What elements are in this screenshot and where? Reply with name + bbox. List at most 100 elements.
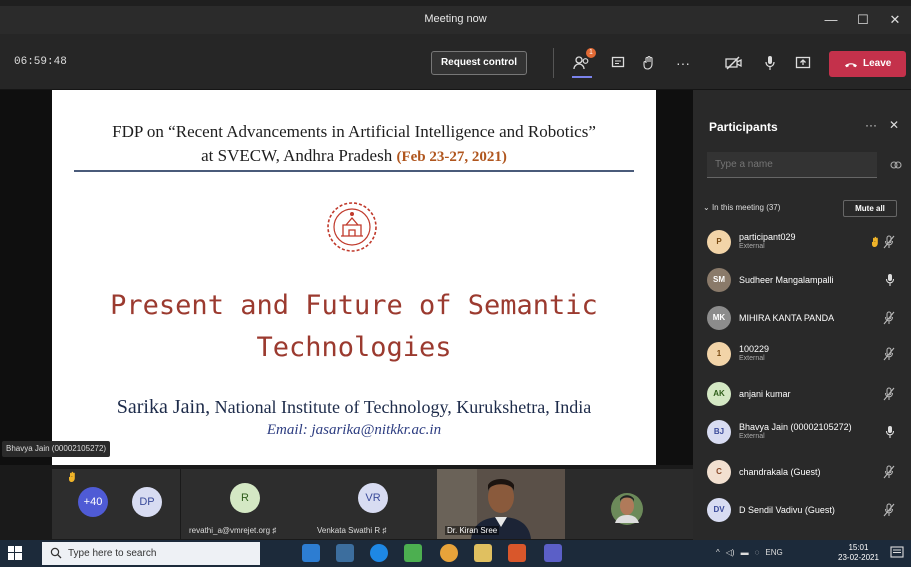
participants-panel: Participants ··· ✕ ⌄ In this meeting (37…: [693, 90, 911, 540]
institute-logo: [327, 202, 377, 252]
clock-date: 23-02-2021: [838, 553, 879, 562]
slide-divider: [74, 170, 634, 172]
taskbar-search-box[interactable]: Type here to search: [42, 542, 260, 565]
raised-hand-icon: [871, 235, 881, 253]
participant-video: [565, 469, 693, 539]
mic-muted-icon: [883, 235, 895, 254]
slide-author: Sarika Jain, National Institute of Techn…: [52, 396, 656, 419]
participant-external-tag: External: [739, 243, 765, 250]
share-invite-icon[interactable]: [890, 160, 902, 170]
participant-row[interactable]: AK anjani kumar: [707, 380, 903, 410]
participant-name-label: revathi_a@vmrejet.org ♯: [189, 526, 277, 535]
more-actions-button[interactable]: ···: [672, 52, 694, 74]
participant-avatar: C: [707, 460, 731, 484]
microphone-icon: [885, 273, 895, 292]
app-icon[interactable]: [404, 544, 422, 562]
gallery-video-tile[interactable]: Dr. Kiran Sree: [437, 469, 565, 539]
participant-row[interactable]: DV D Sendil Vadivu (Guest): [707, 496, 903, 526]
close-window-button[interactable]: ✕: [879, 6, 911, 34]
participant-avatar: R: [230, 483, 260, 513]
maximize-button[interactable]: ☐: [847, 6, 879, 34]
participant-avatar: AK: [707, 382, 731, 406]
participant-avatar: DV: [707, 498, 731, 522]
gallery-tile[interactable]: VR Venkata Swathi R ♯: [309, 469, 437, 539]
clock-time: 15:01: [848, 543, 869, 552]
participant-row[interactable]: Cchandrakala (Guest): [707, 458, 903, 488]
participant-search-field[interactable]: [707, 152, 877, 178]
presentation-slide: FDP on “Recent Advancements in Artificia…: [52, 90, 656, 465]
hand-icon: [643, 55, 653, 70]
teams-app-icon[interactable]: [544, 544, 562, 562]
battery-icon[interactable]: ▬: [741, 548, 749, 557]
language-indicator[interactable]: ENG: [765, 548, 782, 557]
request-control-button[interactable]: Request control: [431, 51, 527, 75]
tray-chevron-icon[interactable]: ^: [716, 548, 720, 557]
participant-avatar: BJ: [707, 420, 731, 444]
participant-avatar: DP: [132, 487, 162, 517]
panel-more-button[interactable]: ···: [865, 118, 877, 132]
presenter-name-tag: Bhavya Jain (00002105272): [2, 441, 111, 457]
mic-toggle-button[interactable]: [759, 52, 781, 74]
chrome-app-icon[interactable]: [440, 544, 458, 562]
author-name: Sarika Jain,: [116, 396, 211, 418]
participant-external-tag: External: [739, 355, 765, 362]
edge-app-icon[interactable]: [302, 544, 320, 562]
volume-icon[interactable]: ◁): [726, 548, 735, 557]
participant-avatar: SM: [707, 268, 731, 292]
participant-row[interactable]: BJ Bhavya Jain (00002105272) External: [707, 418, 903, 448]
gallery-tile-overflow[interactable]: +40 DP: [52, 469, 180, 539]
network-icon[interactable]: ◌: [755, 548, 760, 557]
microphone-icon: [765, 56, 775, 70]
participant-row[interactable]: MK MIHIRA KANTA PANDA: [707, 304, 903, 334]
raise-hand-button[interactable]: [638, 52, 660, 74]
file-explorer-icon[interactable]: [474, 544, 492, 562]
slide-title-line1: Present and Future of Semantic: [110, 290, 598, 321]
participant-avatar: MK: [707, 306, 731, 330]
taskbar-clock[interactable]: 15:01 23-02-2021: [838, 543, 879, 563]
title-bar: Meeting now — ☐ ✕: [0, 6, 911, 34]
camera-toggle-button[interactable]: [723, 52, 745, 74]
slide-email: Email: jasarika@nitkkr.ac.in: [266, 422, 442, 438]
phone-hangup-icon: [845, 63, 857, 68]
notification-center-icon[interactable]: [890, 546, 904, 560]
participant-search-input[interactable]: [715, 159, 875, 170]
window-title: Meeting now: [424, 13, 487, 25]
share-screen-button[interactable]: [792, 52, 814, 74]
participant-name: anjani kumar: [739, 389, 791, 399]
teams-meeting-window: Meeting now — ☐ ✕ 06:59:48 Request contr…: [0, 0, 911, 567]
leave-label: Leave: [863, 58, 892, 69]
slide-heading-venue: at SVECW, Andhra Pradesh: [201, 146, 393, 165]
microphone-icon: [885, 425, 895, 444]
panel-close-button[interactable]: ✕: [889, 118, 899, 132]
participant-row[interactable]: SM Sudheer Mangalampalli: [707, 266, 903, 296]
chat-icon: [611, 56, 625, 68]
video-gallery-strip: +40 DP R revathi_a@vmrejet.org ♯ VR Venk…: [0, 465, 693, 540]
mute-all-button[interactable]: Mute all: [843, 200, 897, 217]
windows-start-icon[interactable]: [8, 546, 22, 560]
browser-app-icon[interactable]: [370, 544, 388, 562]
search-icon: [50, 547, 62, 559]
meeting-toolbar: 06:59:48 Request control 1 ··· Leave: [0, 34, 911, 90]
minimize-button[interactable]: —: [815, 6, 847, 34]
powerpoint-app-icon[interactable]: [508, 544, 526, 562]
camera-off-icon: [725, 56, 742, 70]
leave-button[interactable]: Leave: [829, 51, 906, 77]
mic-muted-icon: [883, 387, 895, 406]
participant-row[interactable]: Pparticipant029 External: [707, 228, 903, 258]
meeting-timer: 06:59:48: [14, 56, 67, 68]
store-app-icon[interactable]: [336, 544, 354, 562]
in-meeting-section-header[interactable]: ⌄ In this meeting (37): [703, 203, 780, 212]
slide-heading-line1: FDP on “Recent Advancements in Artificia…: [112, 122, 596, 141]
participant-avatar: P: [707, 230, 731, 254]
mic-muted-icon: ♯: [382, 526, 387, 535]
participant-avatar: VR: [358, 483, 388, 513]
notification-badge: 1: [586, 48, 596, 58]
mic-muted-icon: [883, 503, 895, 522]
participant-name: chandrakala (Guest): [739, 467, 821, 477]
participant-name: MIHIRA KANTA PANDA: [739, 313, 835, 323]
gallery-video-tile[interactable]: [565, 469, 693, 539]
participant-row[interactable]: 1 100229 External: [707, 340, 903, 370]
gallery-tile[interactable]: R revathi_a@vmrejet.org ♯: [181, 469, 309, 539]
shared-content-stage: FDP on “Recent Advancements in Artificia…: [0, 90, 693, 465]
chat-button[interactable]: [607, 52, 629, 74]
